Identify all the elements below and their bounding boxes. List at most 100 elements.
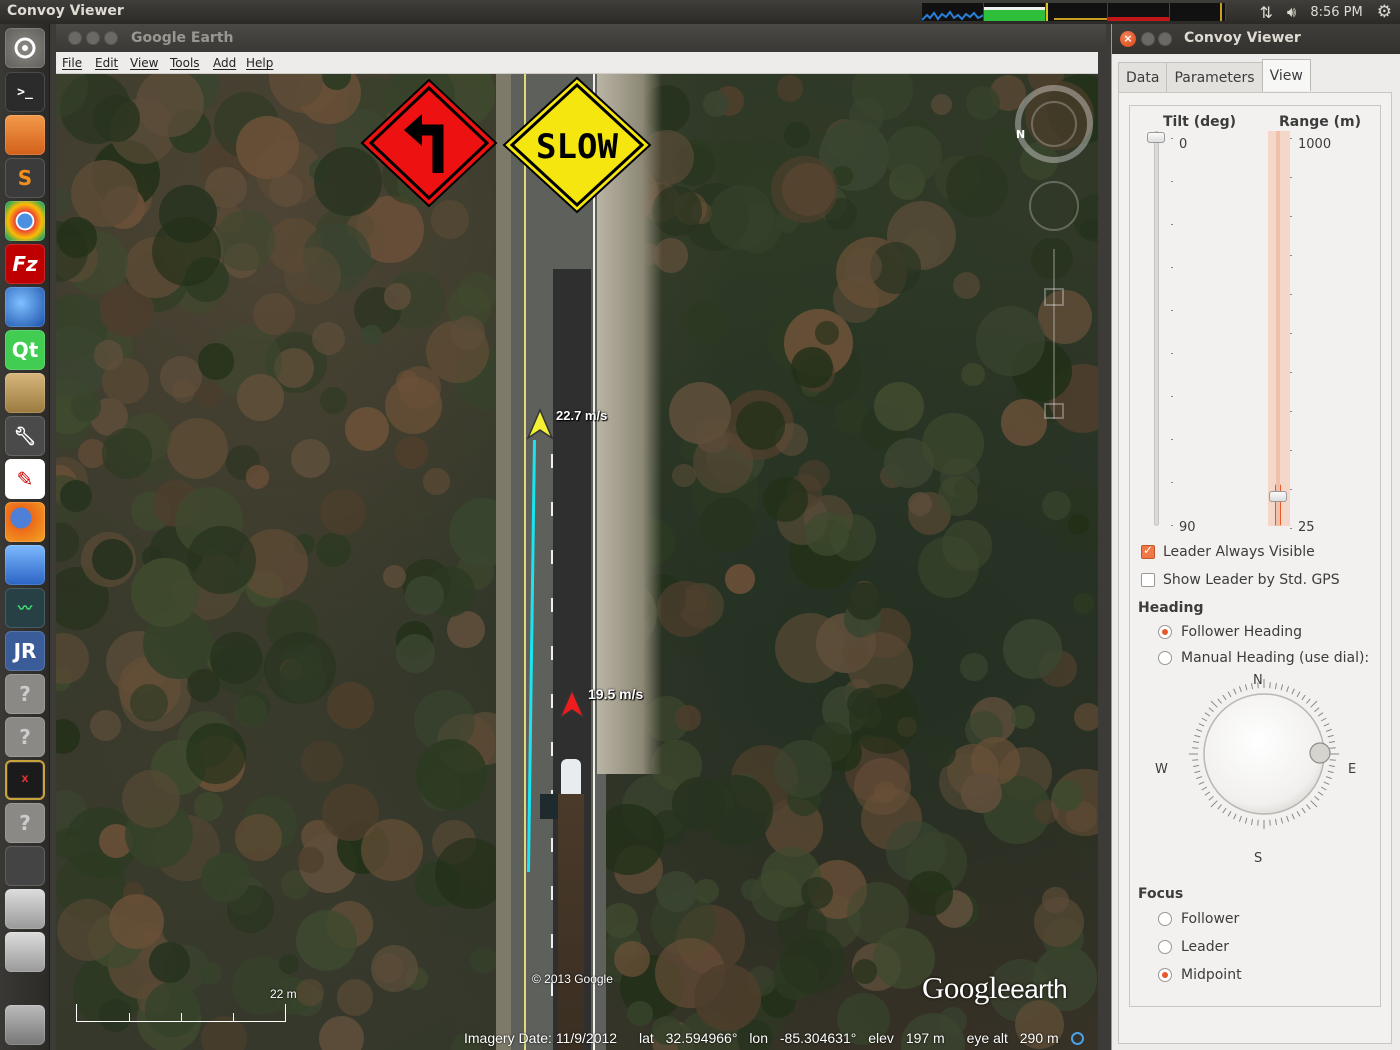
menu-bar: File Edit View Tools Add Help — [56, 52, 1098, 74]
heading-title: Heading — [1138, 600, 1204, 616]
show-leader-gps-checkbox[interactable] — [1141, 573, 1155, 587]
menu-file[interactable]: File — [62, 56, 82, 70]
filezilla-icon[interactable]: Fz — [5, 244, 45, 284]
ge-window-title: Google Earth — [131, 30, 234, 46]
follower-arrow-icon[interactable] — [558, 688, 586, 720]
cv-titlebar: × Convoy Viewer — [1112, 24, 1400, 54]
volume-icon[interactable]: 🔊︎ — [1287, 3, 1296, 21]
focus-midpoint-radio[interactable] — [1158, 968, 1172, 982]
google-earth-icon[interactable] — [5, 287, 45, 327]
focus-midpoint-label[interactable]: Midpoint — [1181, 967, 1242, 983]
tree-canopy — [847, 882, 910, 945]
manual-heading-radio[interactable] — [1158, 651, 1172, 665]
dial-tick — [1320, 786, 1327, 791]
map-view[interactable]: SLOW 22.7 m/s 19.5 m/s N 22 m © 2013 Goo… — [56, 74, 1098, 1050]
menu-view[interactable]: View — [130, 56, 158, 70]
minimize-icon[interactable] — [86, 31, 100, 45]
menu-tools[interactable]: Tools — [170, 56, 200, 70]
leader-arrow-icon[interactable] — [526, 408, 554, 440]
system-monitor-icon[interactable]: 〰 — [5, 588, 45, 628]
settings-gear-icon[interactable]: ⚙ — [1377, 2, 1392, 22]
tilt-tick — [1171, 396, 1173, 397]
elev-label: elev — [868, 1030, 894, 1046]
chrome-icon[interactable] — [5, 201, 45, 241]
focus-follower-radio[interactable] — [1158, 912, 1172, 926]
range-slider-handle[interactable] — [1269, 491, 1287, 502]
jabref-icon[interactable]: JR — [5, 631, 45, 671]
dial-tick — [1323, 781, 1330, 785]
dial-tick — [1227, 691, 1232, 698]
tree-canopy — [776, 74, 804, 102]
show-leader-gps-label[interactable]: Show Leader by Std. GPS — [1163, 572, 1340, 588]
cv-window-title: Convoy Viewer — [1184, 30, 1301, 46]
convoy-viewer-window: × Convoy Viewer Data Parameters View Til… — [1111, 24, 1400, 1050]
range-top: 1000 — [1298, 137, 1332, 152]
pdf-viewer-icon[interactable]: ✎ — [5, 459, 45, 499]
tab-view[interactable]: View — [1261, 59, 1311, 91]
tree-canopy — [236, 115, 300, 179]
follower-heading-label[interactable]: Follower Heading — [1181, 624, 1302, 640]
unknown-app-icon[interactable]: ? — [5, 803, 45, 843]
dial-tick — [1193, 764, 1200, 767]
tree-canopy — [815, 321, 839, 346]
heading-dial[interactable] — [1174, 664, 1354, 844]
tree-canopy — [60, 480, 92, 513]
clock[interactable]: 8:56 PM — [1310, 5, 1362, 20]
leader-always-visible-label[interactable]: Leader Always Visible — [1163, 544, 1315, 560]
google-earth-logo: Googleearth — [922, 970, 1068, 1005]
dial-tick — [1296, 810, 1301, 817]
menu-add[interactable]: Add — [213, 56, 236, 70]
dial-tick — [1208, 796, 1214, 801]
dash-home-icon[interactable] — [5, 28, 45, 68]
maximize-icon[interactable] — [104, 31, 118, 45]
drive-icon[interactable] — [5, 889, 45, 929]
tree-canopy — [735, 401, 785, 451]
leader-always-visible-checkbox[interactable] — [1141, 543, 1155, 559]
firefox-icon[interactable] — [5, 502, 45, 542]
unknown-app-icon[interactable]: ? — [5, 674, 45, 714]
tree-canopy — [185, 723, 247, 784]
tilt-tick — [1171, 138, 1173, 139]
tilt-slider[interactable] — [1154, 131, 1159, 526]
menu-edit[interactable]: Edit — [95, 56, 118, 70]
tree-canopy — [762, 477, 808, 523]
tree-canopy — [264, 631, 337, 704]
focus-leader-label[interactable]: Leader — [1181, 939, 1229, 955]
tab-data[interactable]: Data — [1118, 62, 1168, 92]
close-icon[interactable] — [68, 31, 82, 45]
follower-heading-radio[interactable] — [1158, 625, 1172, 639]
network-icon[interactable]: ⇅ — [1260, 3, 1273, 22]
dial-tick — [1251, 683, 1254, 690]
tab-parameters[interactable]: Parameters — [1166, 62, 1263, 92]
dial-tick — [1327, 734, 1334, 738]
maximize-icon[interactable] — [1158, 32, 1172, 46]
focus-leader-radio[interactable] — [1158, 940, 1172, 954]
minimize-icon[interactable] — [1141, 32, 1155, 46]
menu-help[interactable]: Help — [246, 56, 273, 70]
tilt-slider-handle[interactable] — [1147, 132, 1165, 143]
tree-canopy — [301, 741, 343, 783]
document-viewer-icon[interactable] — [5, 545, 45, 585]
range-slider-track — [1276, 131, 1280, 526]
terminal-icon[interactable]: >_ — [5, 72, 45, 112]
qt-creator-icon[interactable]: Qt — [5, 330, 45, 370]
tools-icon[interactable]: 🔧︎ — [5, 416, 45, 456]
tree-canopy — [295, 978, 324, 1007]
tree-canopy — [423, 468, 450, 495]
drive-icon[interactable] — [5, 932, 45, 972]
unknown-app-icon[interactable]: ? — [5, 717, 45, 757]
archive-icon[interactable] — [5, 373, 45, 413]
navigation-controls[interactable]: N — [1014, 84, 1094, 424]
files-icon[interactable] — [5, 115, 45, 155]
dial-tick — [1238, 686, 1242, 693]
dial-tick — [1208, 707, 1214, 712]
dial-tick — [1227, 810, 1232, 817]
focus-follower-label[interactable]: Follower — [1181, 911, 1239, 927]
system-monitor[interactable] — [922, 3, 1226, 21]
xterm-icon[interactable]: X — [5, 760, 45, 800]
sublime-icon[interactable]: S — [5, 158, 45, 198]
tree-canopy — [56, 633, 89, 685]
trash-icon[interactable] — [5, 1005, 45, 1045]
workspace-switcher-icon[interactable] — [5, 846, 45, 886]
close-icon[interactable]: × — [1120, 31, 1136, 47]
